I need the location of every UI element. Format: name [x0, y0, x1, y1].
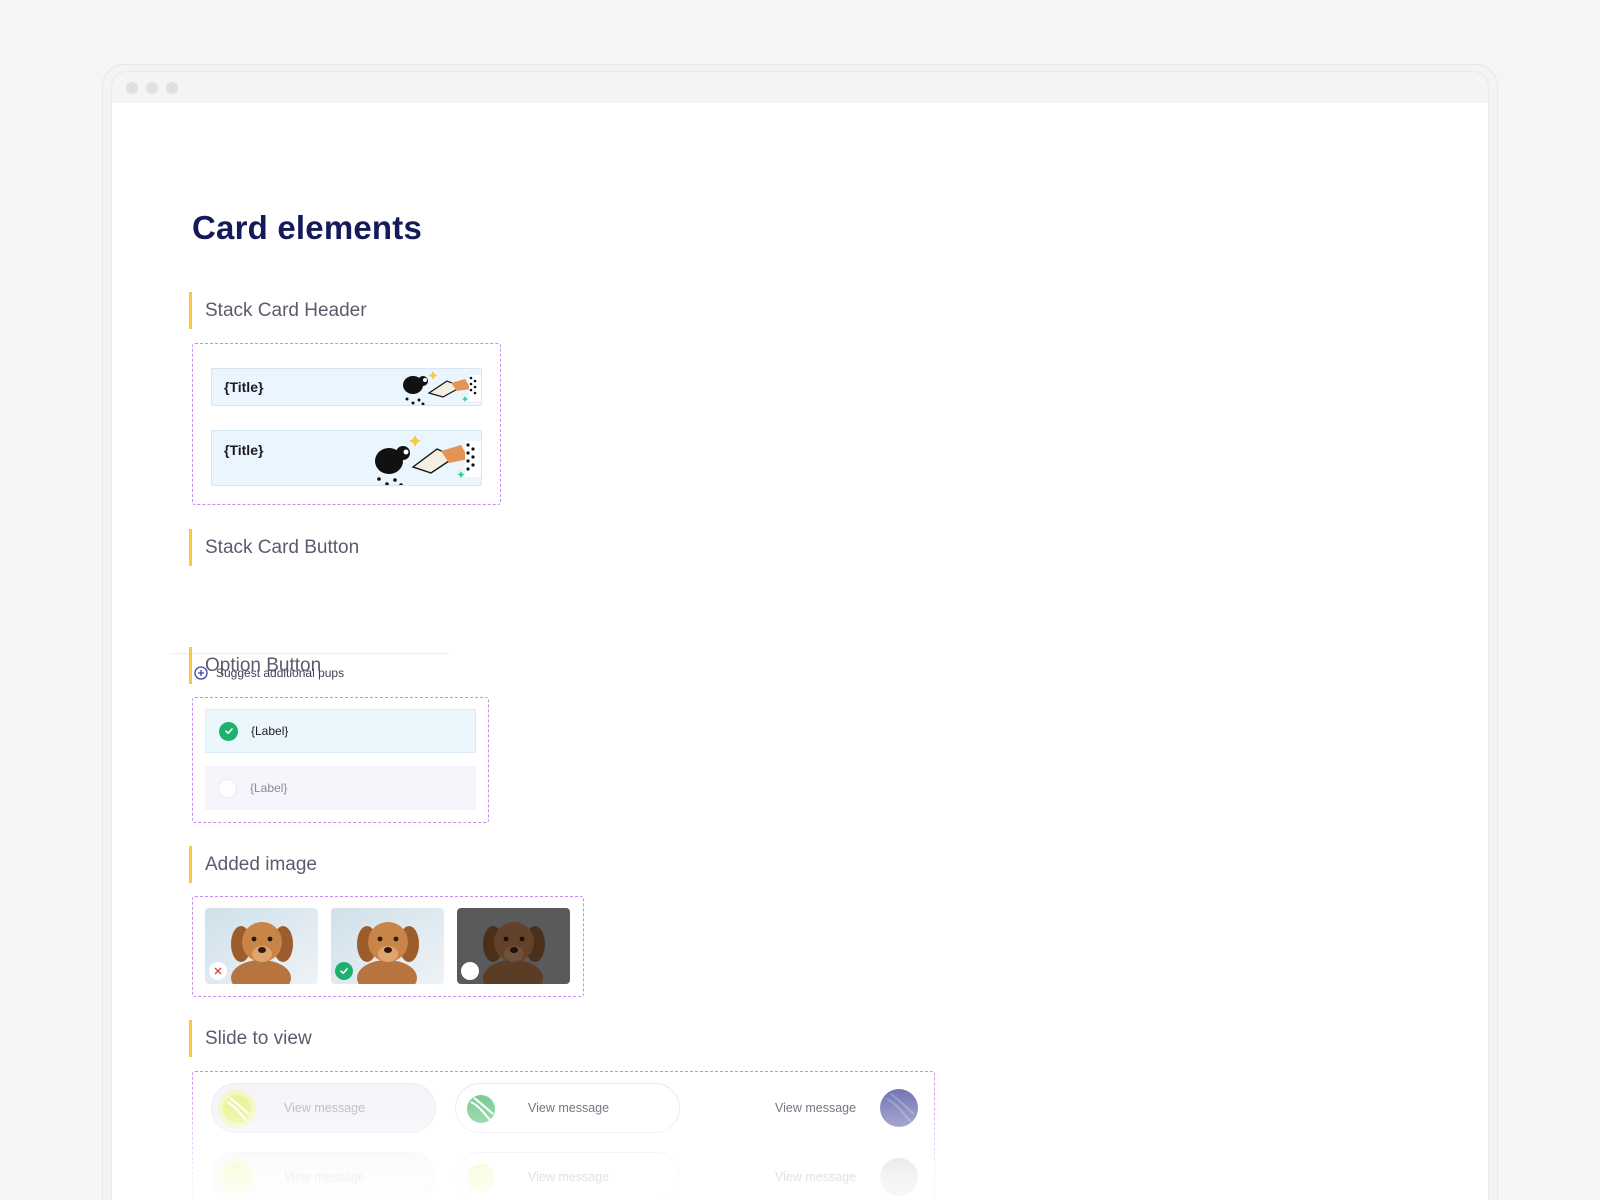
- window-controls: [126, 82, 178, 94]
- stack-card-header-frame: {Title} {Title}: [192, 343, 501, 505]
- window-close-dot[interactable]: [126, 82, 138, 94]
- option-button-unselected[interactable]: {Label}: [205, 766, 476, 810]
- view-message-label: View message: [528, 1101, 610, 1115]
- page-title: Card elements: [192, 209, 423, 246]
- slide-to-view-pill[interactable]: View message: [455, 1152, 680, 1200]
- section-heading-slide-to-view: Slide to view: [189, 1020, 312, 1057]
- dog-treat-illustration-icon: [375, 435, 481, 485]
- added-image-thumb-selected[interactable]: [331, 908, 444, 984]
- option-button-selected[interactable]: {Label}: [205, 709, 476, 753]
- tennis-ball-icon[interactable]: [218, 1090, 256, 1128]
- window-maximize-dot[interactable]: [166, 82, 178, 94]
- option-label: {Label}: [250, 781, 288, 795]
- view-message-label: View message: [775, 1170, 857, 1184]
- view-message-label: View message: [528, 1170, 610, 1184]
- slide-to-view-pill[interactable]: View message: [455, 1083, 680, 1133]
- tennis-ball-icon[interactable]: [880, 1158, 918, 1196]
- view-message-label: View message: [284, 1170, 366, 1184]
- browser-frame: Card elements Stack Card Header {Title}: [111, 71, 1489, 1200]
- tennis-ball-icon[interactable]: [880, 1089, 918, 1127]
- added-image-thumb-unselected[interactable]: [457, 908, 570, 984]
- added-image-frame: [192, 896, 584, 997]
- section-heading-stack-card-header: Stack Card Header: [189, 292, 367, 329]
- check-circle-icon[interactable]: [335, 962, 353, 980]
- empty-radio-icon[interactable]: [461, 962, 479, 980]
- section-heading-added-image: Added image: [189, 846, 317, 883]
- option-button-frame: {Label} {Label}: [192, 697, 489, 823]
- browser-window: Card elements Stack Card Header {Title}: [102, 64, 1498, 1200]
- view-message-label: View message: [775, 1101, 857, 1115]
- page-content: Card elements Stack Card Header {Title}: [112, 103, 1488, 1200]
- section-heading-stack-card-button: Stack Card Button: [189, 529, 359, 566]
- stack-card-header-compact[interactable]: {Title}: [211, 368, 482, 406]
- section-heading-option-button: Option Button: [189, 647, 321, 684]
- check-circle-icon: [219, 721, 238, 741]
- slide-to-view-pill[interactable]: View message: [211, 1152, 436, 1200]
- stack-card-header-title: {Title}: [224, 379, 264, 395]
- window-minimize-dot[interactable]: [146, 82, 158, 94]
- tennis-ball-icon[interactable]: [218, 1159, 256, 1197]
- added-image-thumb-remove[interactable]: [205, 908, 318, 984]
- option-label: {Label}: [251, 724, 289, 738]
- view-message-label: View message: [284, 1101, 366, 1115]
- slide-to-view-pill[interactable]: View message: [699, 1083, 924, 1133]
- stack-card-header-expanded[interactable]: {Title}: [211, 430, 482, 486]
- slide-to-view-pill[interactable]: View message: [699, 1152, 924, 1200]
- slide-to-view-pill[interactable]: View message: [211, 1083, 436, 1133]
- empty-radio-icon: [218, 778, 237, 798]
- remove-image-icon[interactable]: [209, 962, 227, 980]
- slide-to-view-frame: View message View message View message V…: [192, 1071, 935, 1200]
- tennis-ball-icon[interactable]: [462, 1090, 500, 1128]
- dog-treat-illustration-icon: [403, 371, 481, 405]
- tennis-ball-icon[interactable]: [462, 1159, 500, 1197]
- stack-card-header-title: {Title}: [224, 442, 264, 458]
